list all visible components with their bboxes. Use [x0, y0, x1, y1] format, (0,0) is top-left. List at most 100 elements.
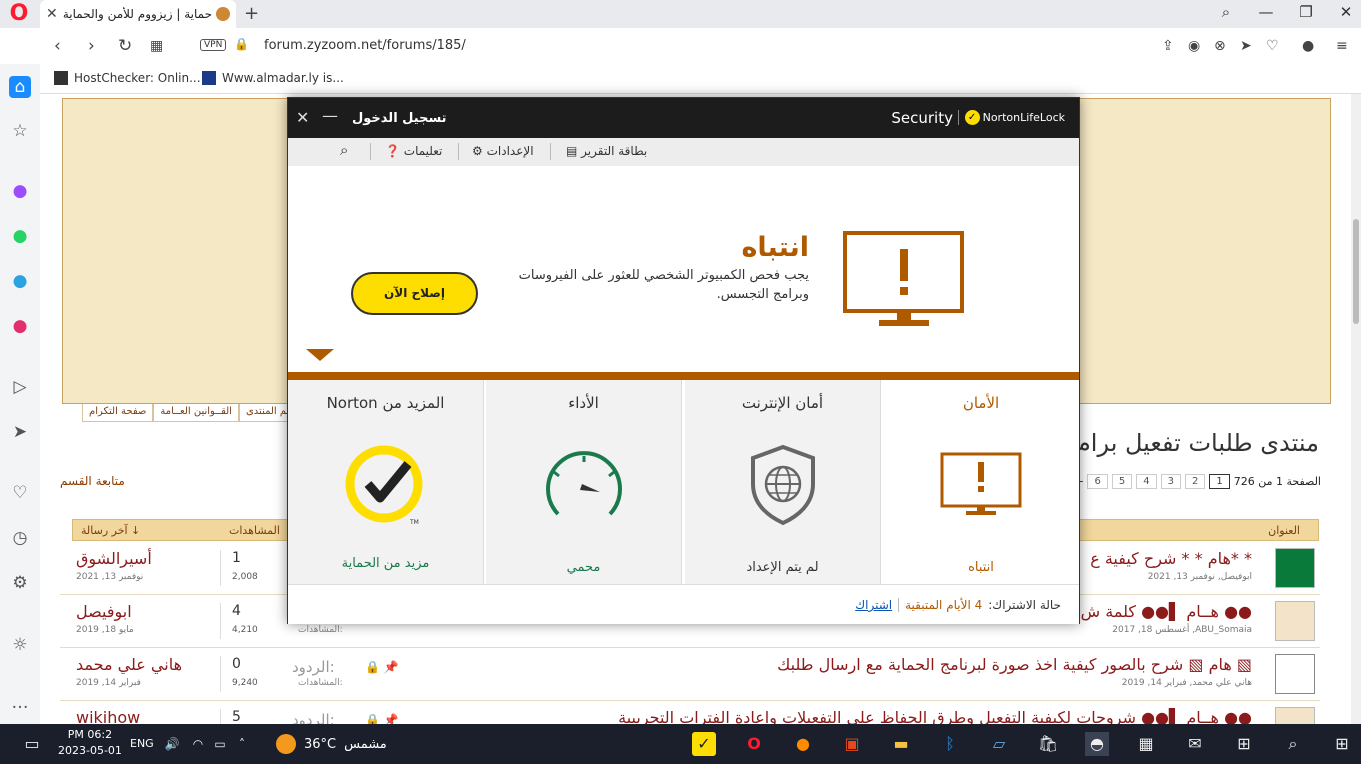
tile-security[interactable]: الأمان انتباه [883, 380, 1079, 584]
volume-icon[interactable]: 🔊 [160, 732, 184, 756]
sign-in-link[interactable]: تسجيل الدخول [352, 111, 447, 126]
avatar[interactable] [1275, 654, 1315, 694]
norton-taskbar-icon[interactable]: ✓ [692, 732, 716, 756]
last-poster[interactable]: أسيرالشوق [76, 549, 152, 568]
heart-icon[interactable]: ♡ [1266, 38, 1279, 54]
search-icon[interactable]: ⌕ [1281, 732, 1305, 756]
profile-icon[interactable]: ● [1302, 38, 1314, 54]
office-taskbar-icon[interactable]: ▣ [840, 732, 864, 756]
tab-close-icon[interactable]: ✕ [46, 6, 58, 22]
minimize-icon[interactable]: — [1255, 3, 1277, 21]
expand-arrow-icon[interactable] [306, 349, 334, 361]
thread-title[interactable]: ●● هــام ▌●● كلمة ش [1081, 602, 1252, 621]
tab-rules[interactable]: القــوانين العــامة [153, 404, 239, 422]
avatar[interactable] [1275, 601, 1315, 641]
telegram-icon[interactable]: ● [9, 270, 31, 292]
player-icon[interactable]: ▷ [9, 376, 31, 398]
thread-title[interactable]: ●● هــام ▌●● شروحات لكيفية التفعيل وطرق … [618, 708, 1252, 724]
opera-taskbar-icon[interactable]: O [742, 732, 766, 756]
lock-icon[interactable]: 🔒 [234, 37, 249, 51]
history-icon[interactable]: ◷ [9, 527, 31, 549]
photos-taskbar-icon[interactable]: ◓ [1085, 732, 1109, 756]
settings-gear-icon[interactable]: ⚙ [9, 572, 31, 594]
menu-settings[interactable]: الإعدادات ⚙ [472, 144, 534, 158]
bookmark-almadar[interactable]: Www.almadar.ly is... [202, 71, 344, 85]
wifi-icon[interactable]: ◠ [186, 732, 210, 756]
task-view-icon[interactable]: ⊞ [1232, 732, 1256, 756]
opera-logo-icon[interactable]: O [8, 3, 30, 25]
avatar[interactable] [1275, 707, 1315, 724]
instagram-icon[interactable]: ● [9, 315, 31, 337]
firefox-taskbar-icon[interactable]: ● [791, 732, 815, 756]
language-indicator[interactable]: ENG [130, 737, 154, 750]
thread-title[interactable]: ▧ هام ▧ شرح بالصور كيفية اخذ صورة لبرنام… [777, 655, 1252, 674]
page-link[interactable]: 1 [1209, 474, 1230, 489]
tab-search-icon[interactable]: ⌕ [1215, 3, 1237, 21]
subscribe-link[interactable]: اشتراك [855, 598, 892, 612]
forward-icon[interactable]: › [88, 36, 95, 56]
messenger-icon[interactable]: ● [9, 180, 31, 202]
menu-help[interactable]: تعليمات ❓ [385, 144, 442, 158]
star-icon[interactable]: ☆ [9, 120, 31, 142]
mail-icon[interactable]: ✉ [1183, 732, 1207, 756]
speed-dial-icon[interactable]: ▦ [150, 38, 163, 54]
back-icon[interactable]: ‹ [54, 36, 61, 56]
avatar[interactable] [1275, 548, 1315, 588]
last-poster[interactable]: ابوفيصل [76, 602, 132, 621]
calculator-icon[interactable]: ▦ [1134, 732, 1158, 756]
page-scrollbar[interactable] [1351, 94, 1361, 724]
bluetooth-icon[interactable]: ᛒ [938, 732, 962, 756]
last-poster[interactable]: wikihow [76, 708, 140, 724]
url-field[interactable]: forum.zyzoom.net/forums/185/ [264, 38, 466, 53]
send-flow-icon[interactable]: ➤ [9, 421, 31, 443]
battery-icon[interactable]: ▭ [208, 732, 232, 756]
follow-section-link[interactable]: متابعة القسم [60, 474, 125, 488]
fix-now-button[interactable]: إصلاح الآن [351, 272, 478, 315]
adblock-icon[interactable]: ⊗ [1214, 38, 1226, 54]
close-icon[interactable]: ✕ [296, 108, 309, 127]
share-icon[interactable]: ⇪ [1162, 38, 1174, 54]
page-link[interactable]: 3 [1160, 474, 1181, 489]
page-link[interactable]: 6 [1087, 474, 1108, 489]
tile-internet-security[interactable]: أمان الإنترنت لم يتم الإعداد [685, 380, 881, 584]
tray-chevron-up-icon[interactable]: ˄ [230, 732, 254, 756]
whatsapp-icon[interactable]: ● [9, 225, 31, 247]
last-poster[interactable]: هاني علي محمد [76, 655, 182, 674]
store-icon[interactable]: 🛍 [1036, 732, 1060, 756]
menu-icon[interactable]: ≡ [1336, 38, 1348, 54]
send-icon[interactable]: ➤ [1240, 38, 1252, 54]
tab-honor[interactable]: صفحة التكرام [82, 404, 154, 422]
more-icon[interactable]: … [9, 692, 31, 714]
clock[interactable]: PM 06:2 2023-05-01 [58, 727, 122, 759]
col-views[interactable]: المشاهدات [229, 524, 280, 537]
table-row[interactable]: ▧ هام ▧ شرح بالصور كيفية اخذ صورة لبرنام… [60, 648, 1320, 701]
menu-report-card[interactable]: بطاقة التقرير ▤ [566, 144, 647, 158]
tile-performance[interactable]: الأداء محمي [486, 380, 682, 584]
reload-icon[interactable]: ↻ [118, 36, 132, 56]
restore-icon[interactable]: ❐ [1295, 3, 1317, 21]
col-title[interactable]: العنوان [1268, 524, 1300, 537]
windows-start-icon[interactable]: ⊞ [1330, 732, 1354, 756]
thread-title[interactable]: * *هام * * شرح كيفية ع [1090, 549, 1252, 568]
home-icon[interactable]: ⌂ [9, 76, 31, 98]
tile-more-norton[interactable]: المزيد من Norton TM مزيد من الحماية [288, 380, 484, 584]
weather-widget[interactable]: 36°C مشمس [276, 734, 387, 754]
page-link[interactable]: 4 [1136, 474, 1157, 489]
search-icon[interactable]: ⌕ [340, 141, 348, 159]
new-tab-icon[interactable]: + [244, 3, 259, 24]
notifications-icon[interactable]: ▭ [20, 732, 44, 756]
app-taskbar-icon[interactable]: ▱ [987, 732, 1011, 756]
favorites-heart-icon[interactable]: ♡ [9, 482, 31, 504]
browser-tab[interactable]: حماية | زيزووم للأمن والحماية ✕ [40, 0, 236, 28]
bookmark-hostchecker[interactable]: HostChecker: Onlin... [54, 71, 201, 85]
vpn-badge[interactable]: VPN [200, 39, 227, 51]
tips-bulb-icon[interactable]: ☼ [9, 634, 31, 656]
table-row[interactable]: ●● هــام ▌●● شروحات لكيفية التفعيل وطرق … [60, 701, 1320, 724]
page-link[interactable]: 2 [1184, 474, 1206, 489]
minimize-icon[interactable]: — [322, 106, 338, 125]
scrollbar-thumb[interactable] [1353, 219, 1359, 324]
close-window-icon[interactable]: ✕ [1335, 3, 1357, 21]
file-explorer-icon[interactable]: ▬ [889, 732, 913, 756]
page-link[interactable]: 5 [1111, 474, 1133, 489]
col-last[interactable]: آخر رسالة ↓ [81, 524, 140, 537]
